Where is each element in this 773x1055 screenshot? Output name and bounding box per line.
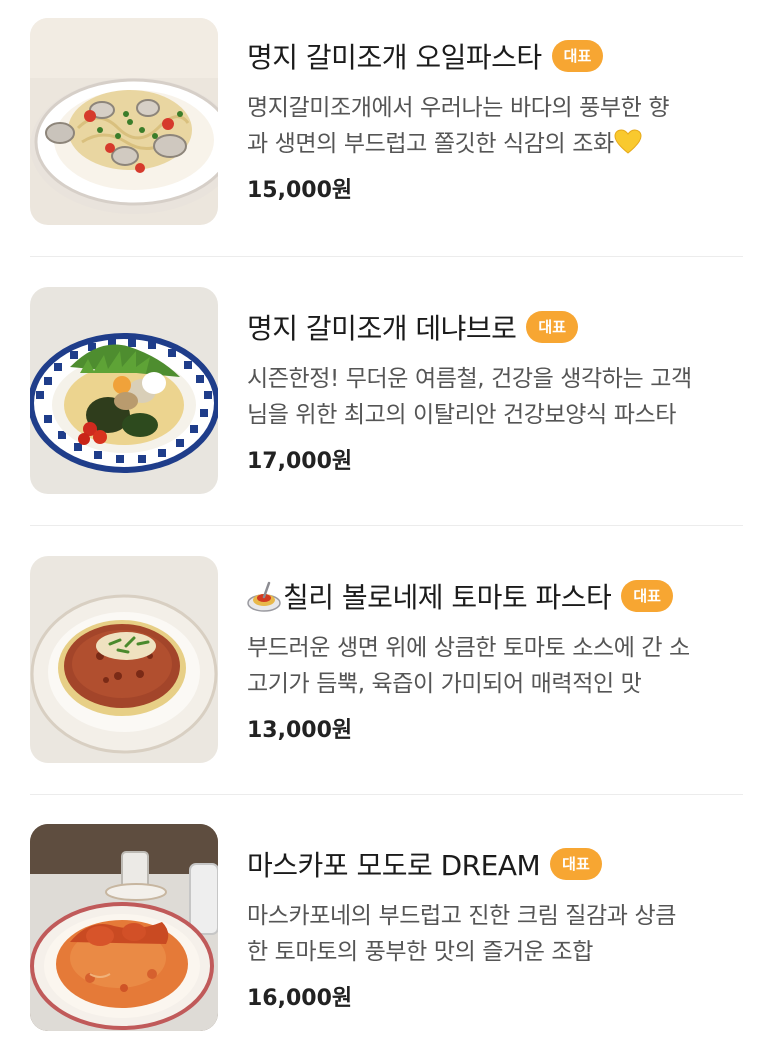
menu-item-info: 명지 갈미조개 오일파스타 대표 명지갈미조개에서 우러나는 바다의 풍부한 향…: [247, 18, 757, 204]
menu-item-photo[interactable]: [30, 287, 218, 494]
menu-item-name: 명지 갈미조개 데냐브로: [247, 312, 517, 345]
menu-item-price: 16,000원: [247, 986, 353, 1011]
menu-item-photo[interactable]: [30, 824, 218, 1031]
menu-item-title-row: 마스카포 모도로 DREAM 대표: [247, 842, 757, 886]
menu-item-description: 시즌한정! 무더운 여름철, 건강을 생각하는 고객 님을 위한 최고의 이탈리…: [247, 361, 752, 433]
menu-item[interactable]: 마스카포 모도로 DREAM 대표 마스카포네의 부드럽고 진한 크림 질감과 …: [0, 824, 773, 1034]
menu-item-name: 칠리 볼로네제 토마토 파스타: [283, 581, 612, 614]
description-line: 부드러운 생면 위에 상큼한 토마토 소스에 간 소: [247, 635, 690, 661]
description-line: 명지갈미조개에서 우러나는 바다의 풍부한 향: [247, 95, 670, 121]
menu-item[interactable]: 명지 갈미조개 데냐브로 대표 시즌한정! 무더운 여름철, 건강을 생각하는 …: [0, 287, 773, 497]
description-line: 시즌한정! 무더운 여름철, 건강을 생각하는 고객: [247, 366, 692, 392]
menu-item-name: 마스카포 모도로 DREAM: [247, 849, 541, 882]
menu-item-info: 마스카포 모도로 DREAM 대표 마스카포네의 부드럽고 진한 크림 질감과 …: [247, 824, 757, 1012]
menu-item-price: 17,000원: [247, 449, 353, 474]
signature-badge: 대표: [526, 311, 579, 343]
menu-item-title-row: 명지 갈미조개 데냐브로 대표: [247, 305, 757, 349]
description-line: 고기가 듬뿍, 육즙이 가미되어 매력적인 맛: [247, 671, 642, 697]
clam-oil-pasta-image: [30, 18, 218, 225]
mascarpone-tomato-pasta-image: [30, 824, 218, 1031]
signature-badge: 대표: [551, 40, 604, 72]
description-text: 과 생면의 부드럽고 쫄깃한 식감의 조화: [247, 131, 614, 157]
menu-item[interactable]: 명지 갈미조개 오일파스타 대표 명지갈미조개에서 우러나는 바다의 풍부한 향…: [0, 18, 773, 228]
divider: [30, 256, 743, 257]
menu-item-photo[interactable]: [30, 556, 218, 763]
spaghetti-icon: [247, 581, 281, 612]
description-line: 과 생면의 부드럽고 쫄깃한 식감의 조화: [247, 126, 752, 162]
menu-item-price: 13,000원: [247, 718, 353, 743]
signature-badge: 대표: [550, 848, 602, 880]
clam-pasta-special-image: [30, 287, 218, 494]
signature-badge: 대표: [621, 580, 673, 612]
description-line: 님을 위한 최고의 이탈리안 건강보양식 파스타: [247, 402, 676, 428]
menu-item[interactable]: 칠리 볼로네제 토마토 파스타 대표 부드러운 생면 위에 상큼한 토마토 소스…: [0, 556, 773, 766]
yellow-heart-icon: [614, 129, 642, 154]
menu-item-description: 부드러운 생면 위에 상큼한 토마토 소스에 간 소 고기가 듬뿍, 육즙이 가…: [247, 630, 752, 702]
menu-item-description: 명지갈미조개에서 우러나는 바다의 풍부한 향 과 생면의 부드럽고 쫄깃한 식…: [247, 90, 752, 162]
description-line: 한 토마토의 풍부한 맛의 즐거운 조합: [247, 939, 593, 965]
menu-item-price: 15,000원: [247, 178, 353, 203]
bolognese-pasta-image: [30, 556, 218, 763]
menu-item-title-row: 명지 갈미조개 오일파스타 대표: [247, 34, 757, 78]
menu-item-info: 칠리 볼로네제 토마토 파스타 대표 부드러운 생면 위에 상큼한 토마토 소스…: [247, 556, 757, 744]
divider: [30, 525, 743, 526]
menu-item-info: 명지 갈미조개 데냐브로 대표 시즌한정! 무더운 여름철, 건강을 생각하는 …: [247, 287, 757, 475]
menu-item-photo[interactable]: [30, 18, 218, 225]
menu-item-title-row: 칠리 볼로네제 토마토 파스타 대표: [247, 574, 757, 618]
menu-item-description: 마스카포네의 부드럽고 진한 크림 질감과 상큼 한 토마토의 풍부한 맛의 즐…: [247, 898, 752, 970]
description-line: 마스카포네의 부드럽고 진한 크림 질감과 상큼: [247, 903, 676, 929]
divider: [30, 794, 743, 795]
menu-item-name: 명지 갈미조개 오일파스타: [247, 41, 542, 74]
